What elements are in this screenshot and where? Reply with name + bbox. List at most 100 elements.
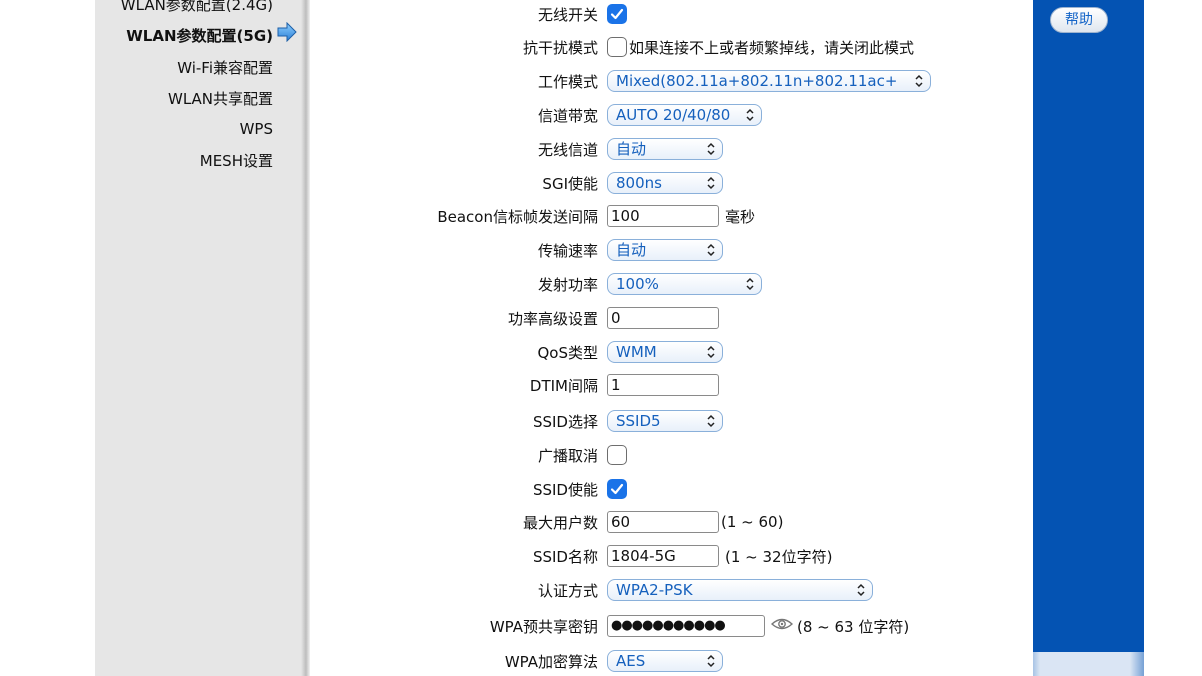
sidebar-item-wps[interactable]: WPS (240, 120, 273, 138)
beacon-unit: 毫秒 (725, 207, 756, 226)
ssid-name-label: SSID名称 (532, 548, 598, 566)
dtim-input[interactable]: 1 (607, 374, 719, 396)
ssid-select[interactable]: SSID5 (607, 410, 723, 432)
bandwidth-value: AUTO 20/40/80 (616, 106, 731, 124)
row-channel: 无线信道 自动 (310, 137, 1033, 161)
wpa-cipher-label: WPA加密算法 (504, 653, 598, 671)
chevron-updown-icon (746, 108, 754, 122)
row-anti-interference: 抗干扰模式 如果连接不上或者频繁掉线，请关闭此模式 (310, 35, 1033, 59)
row-work-mode: 工作模式 Mixed(802.11a+802.11n+802.11ac+ (310, 69, 1033, 93)
auth-label: 认证方式 (537, 582, 598, 600)
sgi-value: 800ns (616, 174, 662, 192)
sidebar-item-wlan-2-4g[interactable]: WLAN参数配置(2.4G) (121, 0, 273, 15)
wireless-switch-checkbox[interactable] (607, 4, 627, 24)
auth-value: WPA2-PSK (616, 581, 693, 599)
row-max-users: 最大用户数 60 (1 ~ 60) (310, 510, 1033, 534)
arrow-right-icon (277, 21, 297, 46)
row-wireless-switch: 无线开关 (310, 2, 1033, 26)
sidebar-item-wlan-5g[interactable]: WLAN参数配置(5G) (126, 25, 273, 46)
power-advanced-input[interactable]: 0 (607, 307, 719, 329)
auth-select[interactable]: WPA2-PSK (607, 579, 873, 601)
tx-power-value: 100% (616, 275, 659, 293)
chevron-updown-icon (707, 142, 715, 156)
chevron-updown-icon (746, 277, 754, 291)
wpa-cipher-value: AES (616, 652, 646, 670)
beacon-label: Beacon信标帧发送间隔 (437, 208, 598, 226)
eye-icon[interactable] (770, 616, 794, 636)
chevron-updown-icon (707, 654, 715, 668)
bandwidth-label: 信道带宽 (537, 107, 598, 125)
chevron-updown-icon (707, 345, 715, 359)
rate-label: 传输速率 (537, 242, 598, 260)
rate-value: 自动 (616, 241, 647, 259)
tx-power-select[interactable]: 100% (607, 273, 762, 295)
ssid-select-label: SSID选择 (532, 413, 598, 431)
chevron-updown-icon (707, 414, 715, 428)
row-dtim: DTIM间隔 1 (310, 373, 1033, 397)
dtim-label: DTIM间隔 (529, 377, 598, 395)
chevron-updown-icon (915, 74, 923, 88)
row-auth: 认证方式 WPA2-PSK (310, 578, 1033, 602)
page-margin (0, 0, 95, 676)
rate-select[interactable]: 自动 (607, 239, 723, 261)
row-wpa-key: WPA预共享密钥 ●●●●●●●●●●● (8 ~ 63 位字符) (310, 614, 1033, 638)
max-users-label: 最大用户数 (522, 514, 598, 532)
row-ssid-enable: SSID使能 (310, 477, 1033, 501)
row-wpa-cipher: WPA加密算法 AES (310, 649, 1033, 673)
bottom-fade-overlay (1010, 652, 1160, 676)
chevron-updown-icon (857, 583, 865, 597)
help-button[interactable]: 帮助 (1050, 7, 1108, 33)
ssid-name-input[interactable]: 1804-5G (607, 545, 719, 567)
row-qos: QoS类型 WMM (310, 340, 1033, 364)
wpa-key-hint: (8 ~ 63 位字符) (797, 617, 910, 636)
row-ssid-select: SSID选择 SSID5 (310, 409, 1033, 433)
ssid-name-hint: (1 ~ 32位字符) (725, 547, 833, 566)
qos-value: WMM (616, 343, 657, 361)
channel-select[interactable]: 自动 (607, 138, 723, 160)
max-users-hint: (1 ~ 60) (721, 513, 784, 531)
wpa-key-input[interactable]: ●●●●●●●●●●● (607, 615, 765, 637)
sgi-select[interactable]: 800ns (607, 172, 723, 194)
row-sgi: SGI使能 800ns (310, 171, 1033, 195)
sidebar-divider (301, 0, 310, 676)
sidebar-item-wlan-share[interactable]: WLAN共享配置 (168, 88, 273, 109)
sidebar-item-mesh[interactable]: MESH设置 (200, 150, 273, 171)
beacon-input[interactable]: 100 (607, 205, 719, 227)
power-advanced-label: 功率高级设置 (507, 310, 598, 328)
broadcast-cancel-label: 广播取消 (537, 447, 598, 465)
channel-label: 无线信道 (537, 141, 598, 159)
sidebar-item-wifi-compat[interactable]: Wi-Fi兼容配置 (177, 57, 273, 78)
ssid-select-value: SSID5 (616, 412, 661, 430)
chevron-updown-icon (707, 243, 715, 257)
sgi-label: SGI使能 (542, 175, 598, 193)
bandwidth-select[interactable]: AUTO 20/40/80 (607, 104, 762, 126)
anti-interference-label: 抗干扰模式 (522, 39, 598, 57)
wpa-cipher-select[interactable]: AES (607, 650, 723, 672)
qos-label: QoS类型 (537, 344, 598, 362)
work-mode-label: 工作模式 (537, 73, 598, 91)
sidebar: WLAN参数配置(2.4G) WLAN参数配置(5G) Wi-Fi兼容配置 WL… (95, 0, 307, 676)
wireless-switch-label: 无线开关 (537, 6, 598, 24)
anti-interference-hint: 如果连接不上或者频繁掉线，请关闭此模式 (629, 38, 915, 57)
ssid-enable-checkbox[interactable] (607, 479, 627, 499)
max-users-input[interactable]: 60 (607, 511, 719, 533)
chevron-updown-icon (707, 176, 715, 190)
row-beacon: Beacon信标帧发送间隔 100 毫秒 (310, 204, 1033, 228)
row-power-advanced: 功率高级设置 0 (310, 306, 1033, 330)
broadcast-cancel-checkbox[interactable] (607, 445, 627, 465)
row-ssid-name: SSID名称 1804-5G (1 ~ 32位字符) (310, 544, 1033, 568)
channel-value: 自动 (616, 140, 647, 158)
settings-form: 无线开关 抗干扰模式 如果连接不上或者频繁掉线，请关闭此模式 工作模式 Mixe… (310, 0, 1033, 676)
ssid-enable-label: SSID使能 (532, 481, 598, 499)
row-bandwidth: 信道带宽 AUTO 20/40/80 (310, 103, 1033, 127)
row-broadcast-cancel: 广播取消 (310, 443, 1033, 467)
work-mode-select[interactable]: Mixed(802.11a+802.11n+802.11ac+ (607, 70, 931, 92)
help-panel: 帮助 (1033, 0, 1144, 676)
tx-power-label: 发射功率 (537, 276, 598, 294)
anti-interference-checkbox[interactable] (607, 37, 627, 57)
qos-select[interactable]: WMM (607, 341, 723, 363)
work-mode-value: Mixed(802.11a+802.11n+802.11ac+ (616, 72, 898, 90)
row-rate: 传输速率 自动 (310, 238, 1033, 262)
wpa-key-label: WPA预共享密钥 (489, 618, 598, 636)
row-tx-power: 发射功率 100% (310, 272, 1033, 296)
